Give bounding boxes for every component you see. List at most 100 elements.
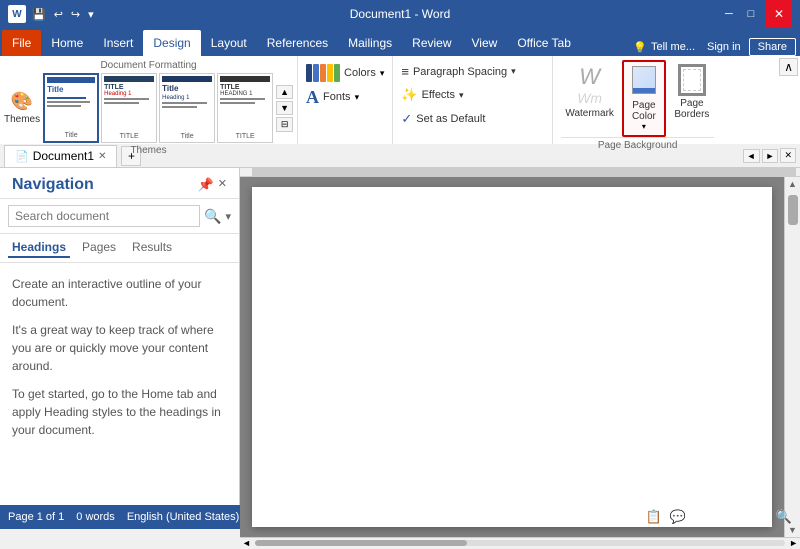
zoom-fit-icon[interactable]: 🔍 [776,509,792,525]
theme-scroll-down[interactable]: ▼ [276,101,293,115]
customize-btn[interactable]: ▾ [86,6,96,23]
tab-scroll-left[interactable]: ◄ [743,149,760,163]
para-spacing-icon: ≡ [401,64,409,79]
theme-item-0[interactable]: Title Title [43,73,99,143]
colors-label: Colors [344,67,376,79]
horizontal-ruler [240,168,800,177]
horizontal-scrollbar: ◄ ► [240,537,800,548]
watermark-btn[interactable]: W Wm Watermark [561,60,618,123]
effects-btn[interactable]: ✨ Effects ▾ [397,85,548,105]
tab-office-tab[interactable]: Office Tab [507,30,581,56]
para-spacing-btn[interactable]: ≡ Paragraph Spacing ▾ [397,62,548,81]
nav-content: Create an interactive outline of your do… [0,263,239,461]
status-right: 🖊 📋 💬 ──○── 100% 🔍 [621,509,792,525]
edit-mode-icon[interactable]: 🖊 [621,509,638,525]
ribbon-collapse-area: ∧ [777,56,800,144]
swatch-2 [313,64,319,82]
view-mode-icon[interactable]: 📋 [645,509,661,525]
nav-controls: 📌 ✕ [198,177,227,193]
ribbon: Document Formatting 🎨 Themes Title Title [0,56,800,144]
page-color-dropdown-icon: ▾ [642,122,646,131]
swatch-5 [334,64,340,82]
ribbon-collapse-btn[interactable]: ∧ [779,58,798,76]
window-title: Document1 - Word [350,7,450,21]
search-dropdown-icon[interactable]: ▾ [225,210,231,223]
nav-text-2: It's a great way to keep track of where … [12,321,227,375]
tab-references[interactable]: References [257,30,338,56]
fonts-btn[interactable]: A Fonts ▾ [302,86,388,108]
word-count: 0 words [76,511,115,523]
lightbulb-icon: 💡 [633,41,647,54]
minimize-btn[interactable]: ─ [722,8,736,20]
swatch-1 [306,64,312,82]
theme-previews: Title Title TITLE Heading 1 TITLE Tit [43,73,273,143]
nav-header: Navigation 📌 ✕ [0,168,239,199]
share-btn[interactable]: Share [749,38,796,56]
nav-title: Navigation [12,176,94,194]
maximize-btn[interactable]: □ [744,8,758,20]
tab-design[interactable]: Design [143,30,200,56]
tab-file[interactable]: File [2,30,41,56]
hscroll-thumb[interactable] [255,540,467,546]
zoom-slider[interactable]: ──○── [694,511,732,523]
page-borders-btn[interactable]: Page Borders [670,60,714,124]
comments-icon[interactable]: 💬 [670,509,686,525]
save-btn[interactable]: 💾 [30,6,48,23]
theme-item-3[interactable]: TITLE HEADING 1 TITLE [217,73,273,143]
theme-more[interactable]: ⊟ [276,117,293,132]
search-icon[interactable]: 🔍 [204,208,221,225]
tab-insert[interactable]: Insert [93,30,143,56]
page-color-btn[interactable]: Page Color ▾ [622,60,666,137]
doc-container: ▲ ▼ ◄ ► [240,168,800,505]
theme-scroll-up[interactable]: ▲ [276,85,293,99]
page-borders-icon [678,64,706,96]
fonts-label: Fonts [323,91,351,103]
tab-scroll-right[interactable]: ► [762,149,779,163]
watermark-label: Watermark [565,108,614,119]
para-spacing-dropdown: ▾ [511,66,516,77]
search-input[interactable] [8,205,200,227]
set-default-btn[interactable]: ✓ Set as Default [397,109,548,129]
tab-layout[interactable]: Layout [201,30,257,56]
themes-label: Themes [4,114,40,125]
doc-formatting-label: Document Formatting [4,60,293,71]
tell-me-btn[interactable]: 💡 Tell me... [633,41,695,54]
tab-home[interactable]: Home [41,30,93,56]
redo-btn[interactable]: ↪ [69,6,82,23]
nav-tab-pages[interactable]: Pages [78,238,120,258]
doc-viewport: ▲ ▼ [240,177,800,537]
theme-item-2[interactable]: Title Heading 1 Title [159,73,215,143]
ribbon-tabs: File Home Insert Design Layout Reference… [0,28,800,56]
theme-item-1[interactable]: TITLE Heading 1 TITLE [101,73,157,143]
nav-text-3: To get started, go to the Home tab and a… [12,385,227,439]
vertical-scrollbar: ▲ ▼ [784,177,800,537]
undo-btn[interactable]: ↩ [52,6,65,23]
title-bar-left: W 💾 ↩ ↪ ▾ [8,5,96,23]
tab-close-all[interactable]: ✕ [780,148,796,163]
colors-btn[interactable]: Colors ▾ [302,62,388,84]
hscroll-track [255,540,785,546]
nav-tab-headings[interactable]: Headings [8,238,70,258]
nav-pin-btn[interactable]: 📌 [198,177,214,193]
themes-group-label: Themes [4,145,293,156]
nav-search-area: 🔍 ▾ [0,199,239,234]
zoom-level: 100% [740,511,768,523]
tab-mailings[interactable]: Mailings [338,30,402,56]
main-area: Navigation 📌 ✕ 🔍 ▾ Headings Pages Result… [0,168,800,505]
nav-close-btn[interactable]: ✕ [218,177,227,193]
page-background-group: W Wm Watermark Page Color ▾ Page Bor [553,56,722,144]
nav-tab-results[interactable]: Results [128,238,176,258]
tab-view[interactable]: View [462,30,508,56]
set-default-label: Set as Default [416,113,485,125]
scroll-thumb[interactable] [788,195,798,225]
scroll-down-btn[interactable]: ▼ [786,523,799,537]
swatch-4 [327,64,333,82]
scroll-up-btn[interactable]: ▲ [786,177,799,191]
hscroll-right-btn[interactable]: ► [789,538,798,548]
themes-btn[interactable]: 🎨 Themes [4,91,40,125]
close-btn[interactable]: ✕ [766,0,792,28]
tab-review[interactable]: Review [402,30,461,56]
hscroll-left-btn[interactable]: ◄ [242,538,251,548]
signin-btn[interactable]: Sign in [707,41,741,53]
word-icon: W [8,5,26,23]
